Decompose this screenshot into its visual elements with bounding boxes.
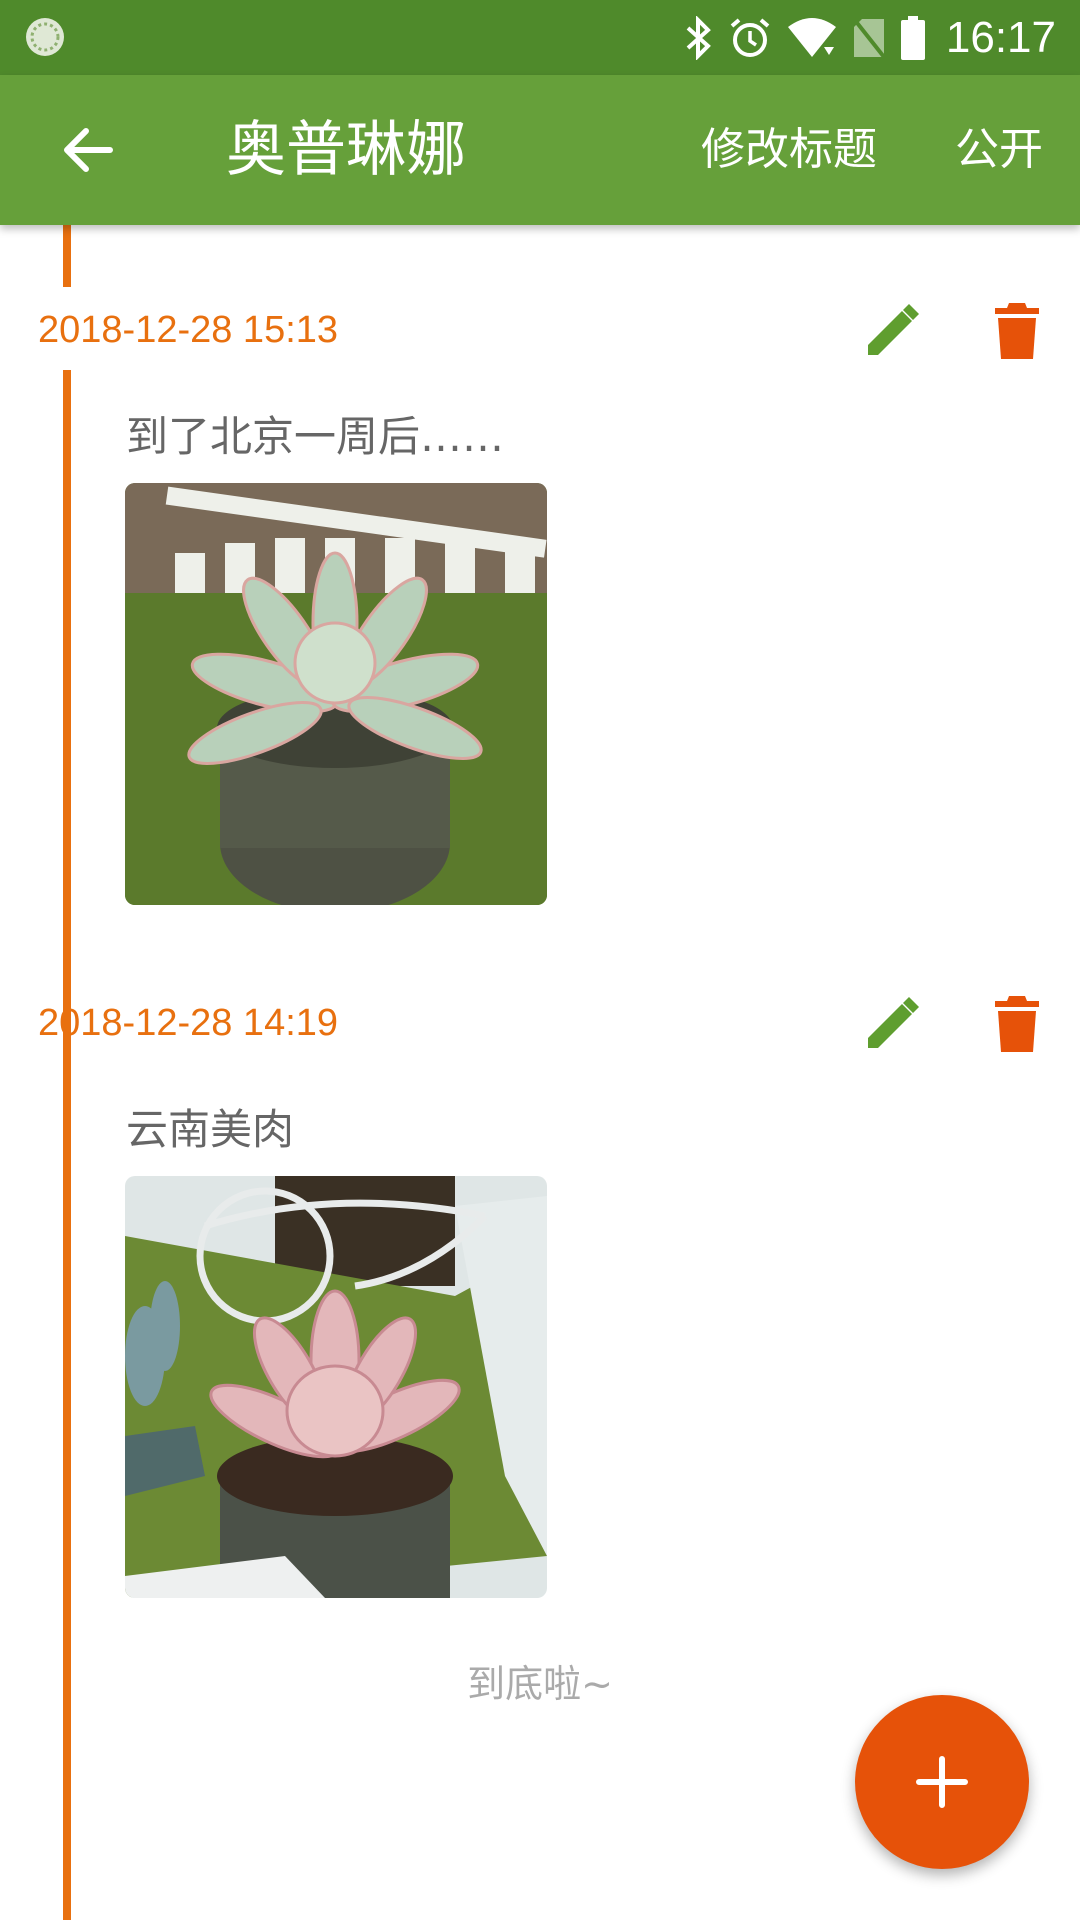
- status-icons: 16:17: [684, 0, 1056, 75]
- edit-button[interactable]: [852, 291, 932, 371]
- arrow-back-icon: [64, 128, 113, 172]
- entry-photo[interactable]: [125, 483, 547, 905]
- edit-button[interactable]: [852, 984, 932, 1064]
- entry-text: 到了北京一周后……: [126, 412, 505, 461]
- app-bar: 奥普琳娜 修改标题 公开: [0, 75, 1080, 225]
- status-time: 16:17: [945, 12, 1056, 62]
- delete-button[interactable]: [977, 291, 1057, 371]
- back-button[interactable]: [48, 110, 128, 190]
- entry-photo[interactable]: [125, 1176, 547, 1598]
- bluetooth-icon: [684, 15, 714, 60]
- make-public-button[interactable]: 公开: [955, 75, 1043, 225]
- rename-title-button[interactable]: 修改标题: [701, 75, 877, 225]
- entry-date: 2018-12-28 15:13: [38, 309, 339, 351]
- status-bar: 16:17: [0, 0, 1080, 75]
- wifi-icon: [786, 17, 838, 59]
- no-sim-icon: [852, 17, 886, 59]
- entry-date: 2018-12-28 14:19: [38, 1002, 339, 1044]
- alarm-icon: [728, 16, 772, 60]
- timeline-line: [63, 1063, 71, 1920]
- trash-icon: [995, 996, 1039, 1052]
- pencil-icon: [868, 304, 919, 355]
- entry-text: 云南美肉: [126, 1105, 295, 1154]
- succulent-plant-photo: [125, 483, 547, 905]
- timeline-list[interactable]: 2018-12-28 15:13 到了北京一周后…… 2018-12-28 14…: [0, 225, 1080, 1920]
- add-entry-button[interactable]: [855, 1695, 1029, 1869]
- trash-icon: [995, 303, 1039, 359]
- timeline-line: [63, 225, 71, 287]
- plus-icon: [916, 1756, 968, 1808]
- battery-icon: [900, 15, 926, 60]
- delete-button[interactable]: [977, 984, 1057, 1064]
- loading-icon: [24, 16, 66, 58]
- page-title: 奥普琳娜: [226, 115, 466, 185]
- succulent-plant-photo: [125, 1176, 547, 1598]
- pencil-icon: [868, 997, 919, 1048]
